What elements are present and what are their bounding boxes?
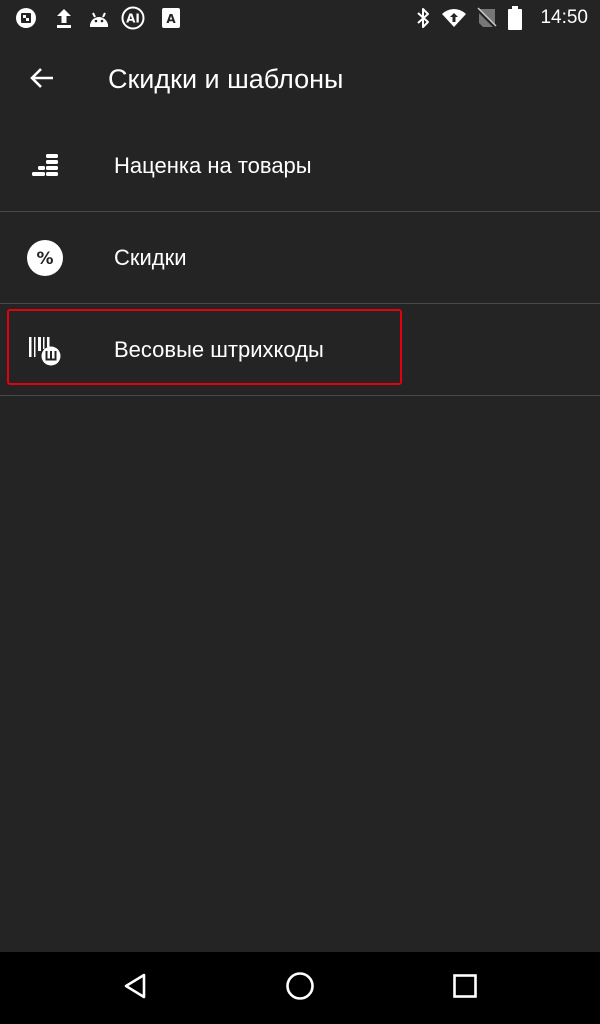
bluetooth-icon (412, 6, 434, 30)
recents-square-icon (452, 973, 478, 1004)
arrow-back-icon (28, 64, 56, 97)
menu-item-discounts[interactable]: % Скидки (0, 212, 600, 304)
nav-recents-button[interactable] (441, 964, 489, 1012)
status-bar: AI A 14:50 (0, 0, 600, 36)
menu-item-label: Наценка на товары (114, 153, 312, 178)
status-time: 14:50 (540, 7, 588, 28)
no-sim-icon (476, 6, 498, 30)
menu-item-label: Весовые штрихкоды (114, 337, 324, 362)
nav-back-button[interactable] (112, 964, 160, 1012)
menu-item-weight-barcodes[interactable]: Весовые штрихкоды (0, 304, 600, 396)
svg-text:%: % (36, 249, 53, 269)
settings-menu-list: Наценка на товары % Скидки Весовые штрих… (0, 120, 600, 396)
back-triangle-icon (122, 972, 150, 1005)
battery-icon (506, 6, 524, 30)
font-a-icon: A (160, 6, 182, 30)
svg-text:AI: AI (126, 12, 140, 26)
percent-circle-icon: % (24, 237, 66, 279)
markup-stack-icon (24, 145, 66, 187)
nav-home-button[interactable] (276, 964, 324, 1012)
ai-badge-icon: AI (120, 6, 146, 30)
home-circle-icon (285, 971, 315, 1006)
upload-icon (52, 6, 76, 30)
notification-app-icon (14, 6, 38, 30)
svg-text:A: A (166, 12, 176, 26)
menu-item-label: Скидки (114, 245, 187, 270)
menu-item-markup[interactable]: Наценка на товары (0, 120, 600, 212)
back-button[interactable] (18, 56, 66, 104)
page-title: Скидки и шаблоны (108, 64, 344, 94)
screen: AI A 14:50 Скидки и шаблоны Наценка на т… (0, 0, 600, 1024)
weight-barcode-icon (24, 329, 66, 371)
android-icon (86, 6, 112, 30)
wifi-icon (440, 6, 468, 30)
navigation-bar (0, 952, 600, 1024)
app-toolbar: Скидки и шаблоны (0, 36, 600, 122)
